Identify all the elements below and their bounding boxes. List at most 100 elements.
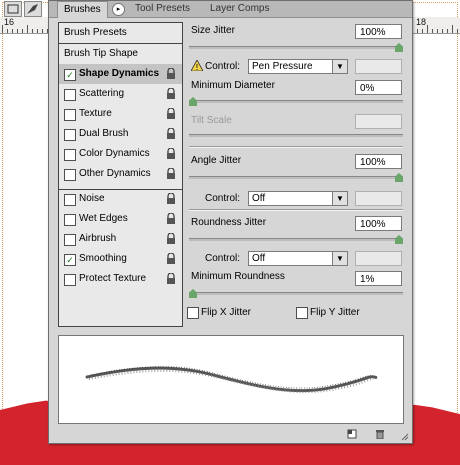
size-jitter-field[interactable]: 100%	[355, 24, 402, 39]
ruler-tick	[12, 29, 13, 33]
size-jitter-slider[interactable]	[189, 43, 403, 52]
lock-icon[interactable]	[166, 192, 176, 204]
ruler-number: 18	[416, 17, 427, 27]
option-checkbox[interactable]: ✓	[64, 254, 76, 266]
brush-stroke-preview	[58, 335, 404, 424]
ruler-tick	[422, 29, 423, 33]
min-roundness-slider[interactable]	[189, 289, 403, 298]
lock-icon[interactable]	[166, 127, 176, 139]
roundness-control-label: Control:	[205, 253, 241, 264]
chevron-down-icon: ▼	[332, 252, 347, 265]
list-item[interactable]: Dual Brush	[59, 124, 182, 144]
size-control-select[interactable]: Pen Pressure ▼	[248, 59, 348, 74]
option-checkbox[interactable]	[64, 169, 76, 181]
lock-icon[interactable]	[166, 272, 176, 284]
list-item[interactable]: Texture	[59, 104, 182, 124]
angle-jitter-slider[interactable]	[189, 173, 403, 182]
list-item[interactable]: ✓ Smoothing	[59, 249, 182, 269]
flip-x-checkbox[interactable]	[187, 307, 199, 319]
lock-icon[interactable]	[166, 252, 176, 264]
ruler-tick	[32, 29, 33, 33]
option-label: Shape Dynamics	[79, 68, 160, 79]
option-checkbox[interactable]	[64, 274, 76, 286]
slider-thumb[interactable]	[395, 173, 403, 182]
option-checkbox[interactable]	[64, 89, 76, 101]
ruler-tick	[27, 25, 28, 33]
min-diameter-label: Minimum Diameter	[191, 80, 275, 91]
option-label: Texture	[79, 108, 112, 119]
list-item[interactable]: Noise	[59, 189, 182, 209]
angle-control-extra-field	[355, 191, 402, 206]
roundness-control-select[interactable]: Off ▼	[248, 251, 348, 266]
lock-icon[interactable]	[166, 212, 176, 224]
ruler-tick	[22, 29, 23, 33]
ruler-tick	[2, 25, 3, 33]
brush-settings-icon[interactable]	[24, 1, 42, 17]
option-checkbox[interactable]	[64, 214, 76, 226]
option-label: Protect Texture	[79, 273, 147, 284]
lock-icon[interactable]	[166, 167, 176, 179]
roundness-control-extra-field	[355, 251, 402, 266]
brush-options-list: Brush Presets Brush Tip Shape ✓ Shape Dyn…	[58, 22, 183, 327]
list-item[interactable]: Wet Edges	[59, 209, 182, 229]
min-roundness-field[interactable]: 1%	[355, 271, 402, 286]
min-diameter-slider[interactable]	[189, 97, 403, 106]
option-label: Smoothing	[79, 253, 127, 264]
slider-thumb[interactable]	[189, 289, 197, 298]
flip-y-checkbox[interactable]	[296, 307, 308, 319]
tool-preset-icon[interactable]	[4, 1, 22, 17]
trash-icon[interactable]	[375, 429, 385, 440]
brush-presets-label: Brush Presets	[64, 27, 127, 38]
tilt-scale-field	[355, 114, 402, 129]
slider-thumb[interactable]	[395, 43, 403, 52]
angle-jitter-field[interactable]: 100%	[355, 154, 402, 169]
ruler-tick	[452, 25, 453, 33]
option-checkbox[interactable]	[64, 109, 76, 121]
ruler-tick	[432, 29, 433, 33]
tab-menu-icon[interactable]: ▸	[112, 3, 125, 16]
option-label: Dual Brush	[79, 128, 129, 139]
slider-thumb[interactable]	[189, 97, 197, 106]
lock-icon[interactable]	[166, 67, 176, 79]
tab-brushes[interactable]: Brushes	[57, 1, 108, 18]
list-item[interactable]: Color Dynamics	[59, 144, 182, 164]
min-diameter-field[interactable]: 0%	[355, 80, 402, 95]
panel-tab-bar: Brushes ▸ Tool Presets Layer Comps	[49, 1, 412, 18]
list-item[interactable]: Scattering	[59, 84, 182, 104]
list-divider	[59, 189, 182, 190]
svg-text:!: !	[195, 63, 198, 71]
ruler-tick	[17, 29, 18, 33]
tilt-scale-slider	[189, 132, 403, 140]
option-checkbox[interactable]	[64, 234, 76, 246]
option-checkbox[interactable]: ✓	[64, 69, 76, 81]
flip-y-label: Flip Y Jitter	[310, 307, 360, 318]
lock-icon[interactable]	[166, 232, 176, 244]
lock-icon[interactable]	[166, 107, 176, 119]
size-control-extra-field	[355, 59, 402, 74]
lock-icon[interactable]	[166, 147, 176, 159]
angle-control-select[interactable]: Off ▼	[248, 191, 348, 206]
list-item[interactable]: ✓ Shape Dynamics	[59, 64, 182, 84]
slider-thumb[interactable]	[395, 235, 403, 244]
roundness-jitter-slider[interactable]	[189, 235, 403, 244]
brushes-panel: Brushes ▸ Tool Presets Layer Comps Brush…	[48, 0, 413, 444]
option-checkbox[interactable]	[64, 149, 76, 161]
resize-grip-icon[interactable]	[399, 431, 409, 441]
option-label: Other Dynamics	[79, 168, 151, 179]
new-brush-icon[interactable]	[347, 429, 357, 439]
option-checkbox[interactable]	[64, 194, 76, 206]
lock-icon[interactable]	[166, 87, 176, 99]
list-item[interactable]: Airbrush	[59, 229, 182, 249]
list-item[interactable]: Protect Texture	[59, 269, 182, 289]
ruler-tick	[42, 29, 43, 33]
brush-tip-shape-item[interactable]: Brush Tip Shape	[59, 44, 182, 65]
option-checkbox[interactable]	[64, 129, 76, 141]
list-item[interactable]: Other Dynamics	[59, 164, 182, 184]
ruler-number: 16	[4, 17, 15, 27]
stroke-preview-graphic	[85, 366, 379, 394]
brush-presets-item[interactable]: Brush Presets	[59, 23, 182, 44]
tab-tool-presets[interactable]: Tool Presets	[129, 1, 196, 16]
ruler-tick	[417, 29, 418, 33]
tab-layer-comps[interactable]: Layer Comps	[204, 1, 275, 16]
roundness-jitter-field[interactable]: 100%	[355, 216, 402, 231]
